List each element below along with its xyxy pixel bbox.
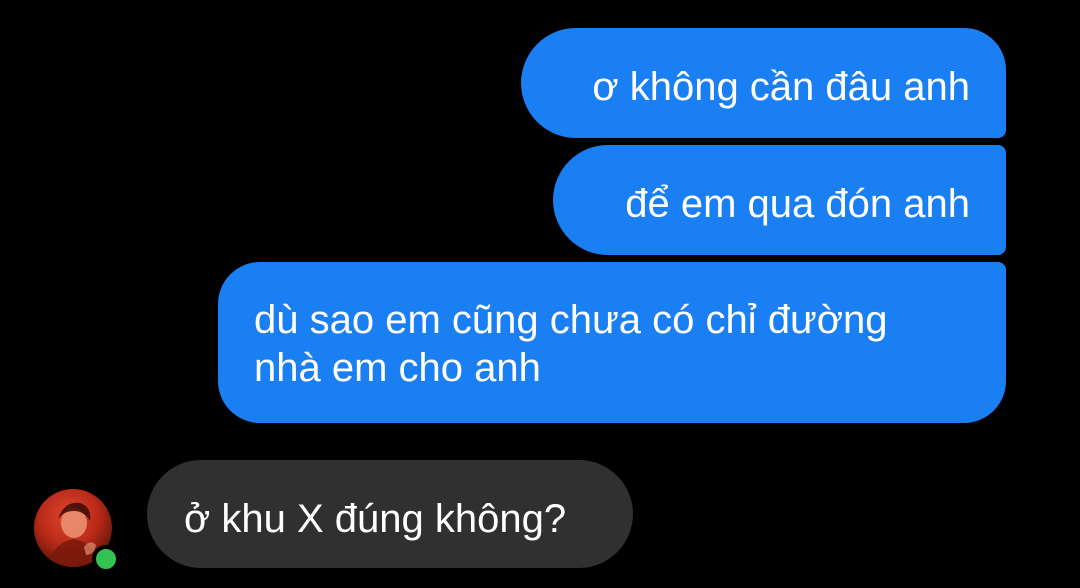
sent-message-bubble[interactable]: dù sao em cũng chưa có chỉ đường nhà em …: [218, 262, 1006, 423]
contact-avatar-wrapper[interactable]: [34, 489, 120, 573]
message-text-line: nhà em cho anh: [254, 346, 541, 390]
sent-message-bubble[interactable]: ơ không cần đâu anh: [521, 28, 1006, 138]
message-text-line: dù sao em cũng chưa có chỉ đường: [254, 298, 888, 342]
message-text: ở khu X đúng không?: [184, 497, 567, 541]
message-text: ơ không cần đâu anh: [592, 65, 970, 109]
received-message-bubble[interactable]: ở khu X đúng không?: [147, 460, 633, 568]
sent-message-bubble[interactable]: để em qua đón anh: [553, 145, 1006, 255]
online-status-dot: [92, 545, 120, 573]
message-text: để em qua đón anh: [625, 182, 970, 226]
